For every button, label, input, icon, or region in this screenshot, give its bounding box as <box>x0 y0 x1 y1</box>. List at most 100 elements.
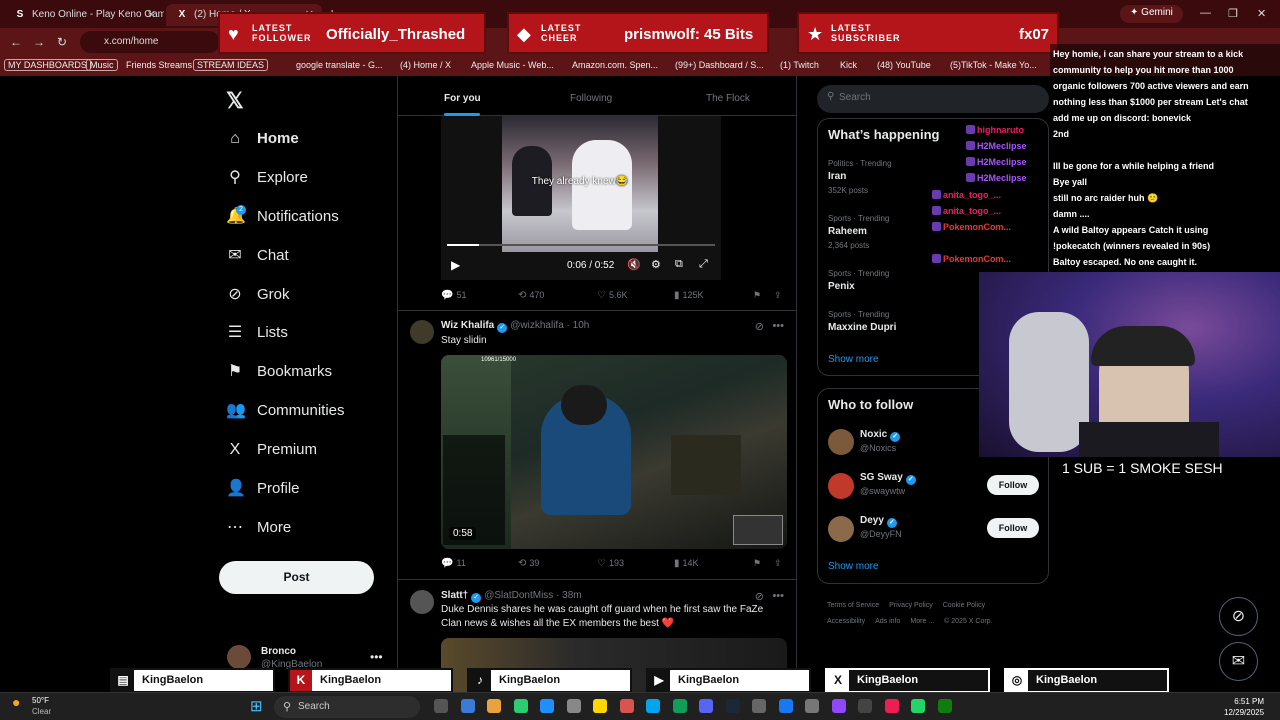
avatar[interactable] <box>828 429 854 455</box>
author-handle[interactable]: @SlatDontMiss <box>484 590 553 601</box>
search-input[interactable]: ⚲ Search <box>817 85 1049 113</box>
footer-link[interactable]: Accessibility <box>827 618 865 625</box>
reload-icon[interactable]: ↻ <box>57 35 67 49</box>
post-video[interactable]: 10961/15000 0:58 <box>441 355 787 549</box>
windows-start-icon[interactable]: ⊞ <box>250 697 263 715</box>
reply-button[interactable]: 💬 51 <box>441 290 466 301</box>
taskbar-app-icon[interactable] <box>460 699 475 713</box>
share-icon[interactable]: ⇪ <box>774 558 782 569</box>
grok-icon[interactable]: ⊘ <box>755 320 764 333</box>
video-progress-track[interactable] <box>447 244 715 246</box>
taskbar-app-icon[interactable] <box>911 699 925 713</box>
more-icon[interactable]: ••• <box>772 320 784 332</box>
avatar[interactable] <box>410 590 434 614</box>
account-avatar[interactable] <box>227 645 251 669</box>
forward-icon[interactable]: → <box>33 35 45 49</box>
author-name[interactable]: Wiz Khalifa <box>441 320 494 331</box>
taskbar-app-icon[interactable] <box>778 699 793 713</box>
views-button[interactable]: ▮ 14K <box>674 558 699 569</box>
x-logo-icon[interactable]: 𝕏 <box>226 88 244 114</box>
bookmark-item[interactable]: (1) Twitch <box>780 60 819 70</box>
post-video[interactable]: They already knew😂 ▶ 0:06 / 0:52 🔇 ⚙ ⧉ ⤢ <box>441 116 721 280</box>
footer-link[interactable]: Privacy Policy <box>889 602 933 609</box>
tab-for-you[interactable]: For you <box>444 93 481 104</box>
taskbar-app-icon[interactable] <box>884 699 899 713</box>
bookmark-item[interactable]: Friends Streams <box>126 60 192 70</box>
show-more-link[interactable]: Show more <box>828 354 879 365</box>
avatar[interactable] <box>828 516 854 542</box>
minimize-icon[interactable]: — <box>1200 7 1211 19</box>
taskbar-app-icon[interactable] <box>566 699 581 713</box>
tab-keno[interactable]: S Keno Online - Play Keno Game ✕ <box>4 4 164 26</box>
bookmark-item[interactable]: (48) YouTube <box>877 60 931 70</box>
maximize-icon[interactable]: ❐ <box>1228 7 1238 20</box>
bookmark-item[interactable]: (4) Home / X <box>400 60 451 70</box>
suggestion-name[interactable]: SG Sway ✓ <box>860 472 919 485</box>
author-handle[interactable]: @wizkhalifa <box>510 320 564 331</box>
taskbar-app-icon[interactable] <box>831 699 846 713</box>
like-button[interactable]: ♡ 193 <box>597 558 624 569</box>
taskbar-search[interactable]: ⚲ Search <box>274 696 420 718</box>
footer-link[interactable]: Cookie Policy <box>943 602 985 609</box>
taskbar-app-icon[interactable] <box>487 699 501 713</box>
system-clock[interactable]: 6:51 PM 12/29/2025 <box>1224 696 1264 718</box>
taskbar-app-icon[interactable] <box>619 699 634 713</box>
window-close-icon[interactable]: ✕ <box>1257 7 1266 20</box>
follow-button[interactable]: Follow <box>987 475 1039 495</box>
like-button[interactable]: ♡ 5.6K <box>597 290 627 301</box>
suggestion-name[interactable]: Noxic ✓ <box>860 429 903 442</box>
bookmark-item[interactable]: STREAM IDEAS <box>193 59 269 71</box>
avatar[interactable] <box>410 320 434 344</box>
account-name[interactable]: Bronco <box>261 646 296 657</box>
repost-button[interactable]: ⟲ 470 <box>518 290 544 301</box>
taskbar-app-icon[interactable] <box>725 699 740 713</box>
reply-button[interactable]: 💬 11 <box>441 558 466 569</box>
repost-button[interactable]: ⟲ 39 <box>518 558 539 569</box>
back-icon[interactable]: ← <box>10 35 22 49</box>
taskbar-app-icon[interactable] <box>593 699 607 713</box>
weather-widget[interactable]: ● 50°F Clear <box>12 695 51 717</box>
gemini-button[interactable]: ✦ Gemini <box>1120 5 1183 23</box>
author-name[interactable]: Slatt† <box>441 590 468 601</box>
taskbar-app-icon[interactable] <box>805 699 819 713</box>
post-button[interactable]: Post <box>219 561 374 594</box>
taskbar-app-icon[interactable] <box>672 699 687 713</box>
url-field[interactable]: x.com/home <box>80 31 220 53</box>
avatar[interactable] <box>828 473 854 499</box>
bookmark-item[interactable]: (99+) Dashboard / S... <box>675 60 764 70</box>
bookmark-item[interactable]: Apple Music - Web... <box>471 60 554 70</box>
taskbar-app-icon[interactable] <box>858 699 872 713</box>
footer-link[interactable]: More ... <box>910 618 934 625</box>
footer-link[interactable]: Ads info <box>875 618 900 625</box>
mute-icon[interactable]: 🔇 <box>627 258 641 271</box>
bookmark-item[interactable]: Kick <box>840 60 857 70</box>
bookmark-icon[interactable]: ⚑ <box>753 558 761 569</box>
taskbar-app-icon[interactable] <box>699 699 713 713</box>
pip-icon[interactable]: ⧉ <box>675 258 683 271</box>
grok-icon[interactable]: ⊘ <box>1219 597 1258 636</box>
taskbar-app-icon[interactable] <box>646 699 660 713</box>
messages-icon[interactable]: ✉ <box>1219 642 1258 681</box>
show-more-link[interactable]: Show more <box>828 561 879 572</box>
bookmark-item[interactable]: MY DASHBOARDS <box>4 59 91 71</box>
grok-icon[interactable]: ⊘ <box>755 590 764 603</box>
taskbar-app-icon[interactable] <box>752 699 766 713</box>
bookmark-item[interactable]: Music <box>86 59 118 71</box>
follow-button[interactable]: Follow <box>987 518 1039 538</box>
bookmark-icon[interactable]: ⚑ <box>753 290 761 301</box>
taskbar-app-icon[interactable] <box>513 699 528 713</box>
play-icon[interactable]: ▶ <box>451 258 460 272</box>
suggestion-name[interactable]: Deyy ✓ <box>860 515 900 528</box>
share-icon[interactable]: ⇪ <box>774 290 782 301</box>
views-button[interactable]: ▮ 125K <box>674 290 704 301</box>
taskbar-app-icon[interactable] <box>540 699 554 713</box>
fullscreen-icon[interactable]: ⤢ <box>699 258 708 271</box>
account-more-icon[interactable]: ••• <box>370 650 383 664</box>
settings-gear-icon[interactable]: ⚙ <box>651 258 661 271</box>
footer-link[interactable]: Terms of Service <box>827 602 879 609</box>
bookmark-item[interactable]: (5)TikTok - Make Yo... <box>950 60 1037 70</box>
bookmark-item[interactable]: google translate - G... <box>296 60 383 70</box>
tab-following[interactable]: Following <box>570 93 612 104</box>
taskbar-app-icon[interactable] <box>937 699 952 713</box>
taskbar-app-icon[interactable] <box>434 699 448 713</box>
